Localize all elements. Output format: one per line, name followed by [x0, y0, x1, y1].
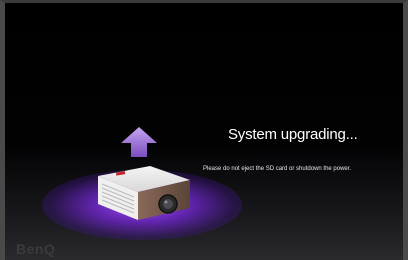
status-title: System upgrading...	[228, 126, 358, 143]
upload-arrow-icon	[121, 127, 157, 157]
status-message: Please do not eject the SD card or shutd…	[203, 166, 352, 172]
upgrade-screen: System upgrading... Please do not eject …	[0, 0, 408, 260]
projector-icon	[98, 166, 190, 220]
brand-logo: BenQ	[16, 241, 56, 257]
